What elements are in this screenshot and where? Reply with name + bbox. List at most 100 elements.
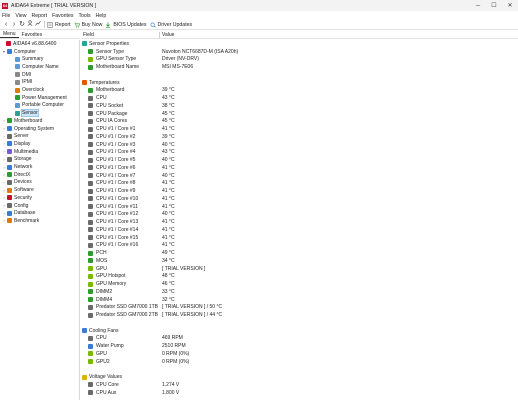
sensor-row[interactable]: CPU #1 / Core #10 41 °C	[81, 195, 518, 203]
tree-item[interactable]: Overclock	[15, 86, 44, 94]
sensor-row[interactable]: Predator SSD GM7000 1TB [ TRIAL VERSION ]…	[81, 304, 518, 312]
sensor-row[interactable]: CPU 469 RPM	[81, 335, 518, 343]
tree-expander-icon[interactable]: ›	[2, 165, 6, 170]
sensor-row[interactable]: CPU IA Cores 45 °C	[81, 118, 518, 126]
sensor-row[interactable]: CPU 43 °C	[81, 94, 518, 102]
section-header-row[interactable]: Sensor Properties	[81, 40, 518, 48]
tree-expander-icon[interactable]: ›	[2, 157, 6, 162]
minimize-button[interactable]: ─	[470, 0, 486, 11]
sensor-row[interactable]: CPU #1 / Core #16 41 °C	[81, 242, 518, 250]
sensor-row[interactable]: DIMM4 32 °C	[81, 296, 518, 304]
sensor-row[interactable]: CPU #1 / Core #7 40 °C	[81, 172, 518, 180]
menu-help[interactable]: Help	[96, 13, 107, 19]
menu-report[interactable]: Report	[32, 13, 48, 19]
tree-item[interactable]: DMI	[15, 71, 31, 79]
tree-item[interactable]: › Benchmark	[2, 217, 39, 225]
section-header-row[interactable]: Temperatures	[81, 79, 518, 87]
tree-expander-icon[interactable]: ›	[2, 188, 6, 193]
tree-expander-icon[interactable]: ›	[2, 149, 6, 154]
buy-now-button[interactable]: Buy Now	[73, 22, 102, 28]
tree-item[interactable]: › Software	[2, 186, 33, 194]
sensor-row[interactable]: GPU Sensor Type Driver (NV-DRV)	[81, 56, 518, 64]
tree-expander-icon[interactable]: ›	[2, 134, 6, 139]
sensor-row[interactable]: GPU Hotspot 48 °C	[81, 273, 518, 281]
tree-item[interactable]: ▾ Computer	[2, 48, 36, 56]
tree-expander-icon[interactable]: ›	[2, 195, 6, 200]
tree-expander-icon[interactable]: ›	[2, 203, 6, 208]
sensor-row[interactable]: Predator SSD GM7000 2TB [ TRIAL VERSION ]…	[81, 311, 518, 319]
sensor-row[interactable]: CPU #1 / Core #2 39 °C	[81, 133, 518, 141]
close-button[interactable]: ✕	[502, 0, 518, 11]
column-header-value[interactable]: Value	[162, 32, 174, 38]
section-header-row[interactable]: Voltage Values	[81, 373, 518, 381]
tree-item[interactable]: › Devices	[2, 179, 31, 187]
sensor-row[interactable]: Motherboard 39 °C	[81, 87, 518, 95]
sensor-row[interactable]: CPU #1 / Core #3 40 °C	[81, 141, 518, 149]
tree-expander-icon[interactable]: ›	[2, 141, 6, 146]
tree-expander-icon[interactable]: ›	[2, 218, 6, 223]
sensor-row[interactable]: CPU #1 / Core #12 40 °C	[81, 211, 518, 219]
bios-updates-button[interactable]: BIOS Updates	[105, 22, 147, 28]
sensor-row[interactable]: CPU Package 45 °C	[81, 110, 518, 118]
tree-item[interactable]: › Storage	[2, 156, 31, 164]
sensor-row[interactable]: Sensor Type Nuvoton NCT6687D-M (ISA A20h)	[81, 48, 518, 56]
tree-item[interactable]: Sensor	[15, 109, 39, 118]
sensor-row[interactable]: CPU Socket 38 °C	[81, 102, 518, 110]
menu-view[interactable]: View	[15, 13, 26, 19]
back-button[interactable]: ‹	[2, 21, 10, 29]
sensor-row[interactable]: CPU #1 / Core #6 41 °C	[81, 164, 518, 172]
tree-item[interactable]: › Display	[2, 140, 30, 148]
sensor-row[interactable]: CPU Aux 1.800 V	[81, 389, 518, 397]
tree-item[interactable]: Portable Computer	[15, 102, 64, 110]
tree-item[interactable]: › DirectX	[2, 171, 30, 179]
maximize-button[interactable]: ☐	[486, 0, 502, 11]
tree-expander-icon[interactable]: ›	[2, 126, 6, 131]
sensor-row[interactable]: CPU #1 / Core #11 41 °C	[81, 203, 518, 211]
section-header-row[interactable]: Cooling Fans	[81, 327, 518, 335]
tree-item[interactable]: IPMI	[15, 79, 32, 87]
sensor-row[interactable]: CPU #1 / Core #9 41 °C	[81, 187, 518, 195]
sensor-row[interactable]: CPU #1 / Core #15 41 °C	[81, 234, 518, 242]
column-header-field[interactable]: Field	[83, 32, 94, 38]
tree-expander-icon[interactable]: ›	[2, 180, 6, 185]
chart-button[interactable]	[34, 20, 42, 29]
sensor-row[interactable]: PCH 49 °C	[81, 249, 518, 257]
tree-expander-icon[interactable]: ›	[2, 118, 6, 123]
user-button[interactable]	[26, 20, 34, 29]
sensor-row[interactable]: GPU2 0 RPM (0%)	[81, 358, 518, 366]
forward-button[interactable]: ›	[10, 21, 18, 29]
tree-item[interactable]: › Operating System	[2, 125, 54, 133]
tree-item[interactable]: › Multimedia	[2, 148, 38, 156]
tree-item[interactable]: › Motherboard	[2, 117, 42, 125]
sensor-row[interactable]: DIMM2 33 °C	[81, 288, 518, 296]
menu-favorites[interactable]: Favorites	[52, 13, 73, 19]
tree-item[interactable]: AIDA64 v6.88.6400	[1, 40, 56, 48]
sensor-row[interactable]: CPU #1 / Core #13 41 °C	[81, 218, 518, 226]
tree-item[interactable]: › Server	[2, 132, 28, 140]
sensor-row[interactable]: CPU Core 1.274 V	[81, 381, 518, 389]
tree-item[interactable]: Power Management	[15, 94, 67, 102]
sensor-row[interactable]: CPU #1 / Core #1 41 °C	[81, 125, 518, 133]
tree-item[interactable]: Summary	[15, 55, 43, 63]
sensor-row[interactable]: Water Pump 2510 RPM	[81, 342, 518, 350]
sensor-row[interactable]: GPU 0 RPM (0%)	[81, 350, 518, 358]
tree-item[interactable]: › Database	[2, 209, 35, 217]
sensor-row[interactable]: MOS 34 °C	[81, 257, 518, 265]
tree-expander-icon[interactable]: ▾	[2, 49, 6, 54]
report-button[interactable]: Report	[47, 22, 71, 28]
tree-item[interactable]: › Security	[2, 194, 32, 202]
sensor-row[interactable]: CPU #1 / Core #8 41 °C	[81, 180, 518, 188]
sensor-row[interactable]: CPU #1 / Core #4 43 °C	[81, 149, 518, 157]
sensor-row[interactable]: CPU #1 / Core #5 40 °C	[81, 156, 518, 164]
sensor-row[interactable]: CPU #1 / Core #14 41 °C	[81, 226, 518, 234]
tree-item[interactable]: Computer Name	[15, 63, 59, 71]
tree-item[interactable]: › Config	[2, 202, 28, 210]
tree-expander-icon[interactable]: ›	[2, 211, 6, 216]
menu-tools[interactable]: Tools	[78, 13, 90, 19]
refresh-button[interactable]: ↻	[18, 21, 26, 29]
sensor-row[interactable]: Motherboard Name MSI MS-7E06	[81, 63, 518, 71]
driver-updates-button[interactable]: Driver Updates	[150, 22, 192, 28]
tree-expander-icon[interactable]: ›	[2, 172, 6, 177]
menu-file[interactable]: File	[2, 13, 10, 19]
column-divider[interactable]	[159, 32, 160, 38]
